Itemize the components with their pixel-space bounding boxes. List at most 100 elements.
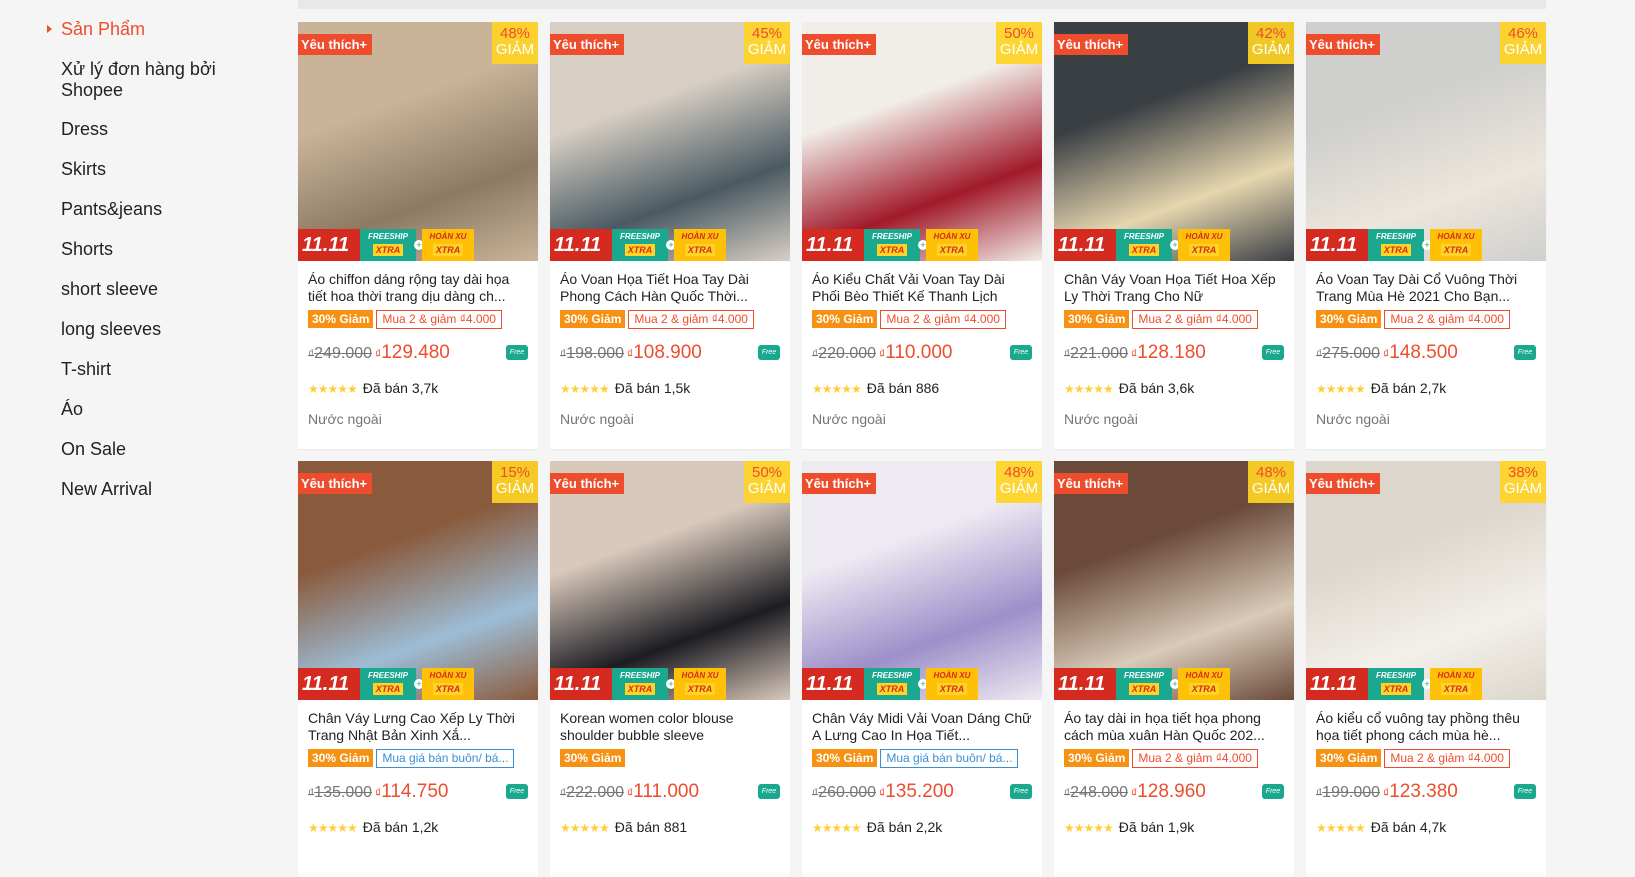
- coin-back-label: HOÀN XU: [429, 232, 467, 241]
- sidebar-item-new-arrival[interactable]: New Arrival: [61, 479, 231, 500]
- free-shipping-truck-icon: Free: [1514, 784, 1536, 799]
- product-name[interactable]: Áo Voan Họa Tiết Hoa Tay Dài Phong Cách …: [560, 271, 780, 305]
- product-card[interactable]: Yêu thích+ 48% GIẢM 11.11 FREESHIP XTRA + HOÀN …: [1054, 461, 1294, 877]
- product-image[interactable]: Yêu thích+ 42% GIẢM 11.11 FREESHIP XTRA + HOÀN …: [1054, 22, 1294, 261]
- original-price: ₫222.000: [560, 784, 624, 801]
- product-image[interactable]: Yêu thích+ 46% GIẢM 11.11 FREESHIP XTRA + HOÀN …: [1306, 22, 1546, 261]
- xtra-label: XTRA: [624, 683, 656, 695]
- freeship-label: FREESHIP: [1123, 232, 1164, 241]
- coin-back-label: HOÀN XU: [1185, 671, 1223, 680]
- product-image[interactable]: Yêu thích+ 50% GIẢM 11.11 FREESHIP XTRA + HOÀN …: [550, 461, 790, 700]
- sidebar-item-skirts[interactable]: Skirts: [61, 159, 231, 180]
- favorite-plus-badge: Yêu thích+: [1306, 473, 1381, 494]
- product-image[interactable]: Yêu thích+ 38% GIẢM 11.11 FREESHIP XTRA + HOÀN …: [1306, 461, 1546, 700]
- freeship-label: FREESHIP: [619, 232, 660, 241]
- percent-off-tag: 30% Giảm: [560, 310, 626, 328]
- percent-off-tag: 30% Giảm: [308, 749, 374, 767]
- sidebar-item-on-sale[interactable]: On Sale: [61, 439, 231, 460]
- product-card[interactable]: Yêu thích+ 48% GIẢM 11.11 FREESHIP XTRA + HOÀN …: [802, 461, 1042, 877]
- product-name[interactable]: Áo Kiểu Chất Vải Voan Tay Dài Phối Bèo T…: [812, 271, 1032, 305]
- price-row: ₫248.000 ₫128.960 Free: [1064, 781, 1284, 803]
- caret-right-icon: [47, 25, 52, 33]
- product-card[interactable]: Yêu thích+ 38% GIẢM 11.11 FREESHIP XTRA + HOÀN …: [1306, 461, 1546, 877]
- freeship-label: FREESHIP: [871, 671, 912, 680]
- top-divider: [298, 0, 1546, 9]
- product-image[interactable]: Yêu thích+ 48% GIẢM 11.11 FREESHIP XTRA + HOÀN …: [1054, 461, 1294, 700]
- sidebar-item-long-sleeves[interactable]: long sleeves: [61, 319, 231, 340]
- ship-from-location: Nước ngoài: [560, 411, 634, 427]
- price-row: ₫135.000 ₫114.750 Free: [308, 781, 528, 803]
- product-image[interactable]: Yêu thích+ 48% GIẢM 11.11 FREESHIP XTRA + HOÀN …: [298, 22, 538, 261]
- sidebar-item-dress[interactable]: Dress: [61, 119, 231, 140]
- original-price: ₫221.000: [1064, 345, 1128, 362]
- product-image[interactable]: Yêu thích+ 50% GIẢM 11.11 FREESHIP XTRA + HOÀN …: [802, 22, 1042, 261]
- percent-off-tag: 30% Giảm: [308, 310, 374, 328]
- sidebar-item-shorts[interactable]: Shorts: [61, 239, 231, 260]
- product-name[interactable]: Áo Voan Tay Dài Cổ Vuông Thời Trang Mùa …: [1316, 271, 1536, 305]
- discount-badge: 48% GIẢM: [996, 461, 1042, 503]
- product-name[interactable]: Chân Váy Voan Họa Tiết Hoa Xếp Ly Thời T…: [1064, 271, 1284, 305]
- product-name[interactable]: Áo tay dài in họa tiết họa phong cách mù…: [1064, 710, 1284, 744]
- coin-back-xtra-badge: HOÀN XU XTRA: [926, 668, 978, 700]
- combo-deal-tag: Mua 2 & giảm ₫4.000: [1132, 749, 1258, 768]
- discount-percent: 38%: [1507, 464, 1539, 481]
- original-price: ₫260.000: [812, 784, 876, 801]
- discount-label: GIẢM: [747, 480, 787, 497]
- sidebar-item-t-shirt[interactable]: T-shirt: [61, 359, 231, 380]
- product-image[interactable]: Yêu thích+ 48% GIẢM 11.11 FREESHIP XTRA + HOÀN …: [802, 461, 1042, 700]
- product-card[interactable]: Yêu thích+ 48% GIẢM 11.11 FREESHIP XTRA + HOÀN …: [298, 22, 538, 449]
- sale-price: ₫114.750: [375, 781, 448, 802]
- product-name[interactable]: Áo kiểu cổ vuông tay phồng thêu họa tiết…: [1316, 710, 1536, 744]
- sale-1111-badge: 11.11: [550, 229, 612, 261]
- discount-percent: 50%: [751, 464, 783, 481]
- product-card[interactable]: Yêu thích+ 42% GIẢM 11.11 FREESHIP XTRA + HOÀN …: [1054, 22, 1294, 449]
- discount-label: GIẢM: [1503, 41, 1543, 58]
- product-tags: 30% Giảm Mua 2 & giảm ₫4.000: [1064, 749, 1284, 768]
- percent-off-tag: 30% Giảm: [1316, 310, 1382, 328]
- coin-back-label: HOÀN XU: [1437, 232, 1475, 241]
- sidebar-item-label: New Arrival: [61, 479, 153, 499]
- product-image[interactable]: Yêu thích+ 15% GIẢM 11.11 FREESHIP XTRA + HOÀN …: [298, 461, 538, 700]
- favorite-plus-badge: Yêu thích+: [1054, 473, 1129, 494]
- sidebar-item-pants-jeans[interactable]: Pants&jeans: [61, 199, 231, 220]
- sidebar-item-shopee-fulfilled[interactable]: Xử lý đơn hàng bởi Shopee: [61, 59, 231, 101]
- product-card[interactable]: Yêu thích+ 15% GIẢM 11.11 FREESHIP XTRA + HOÀN …: [298, 461, 538, 877]
- free-shipping-truck-icon: Free: [1262, 784, 1284, 799]
- coin-back-label: HOÀN XU: [681, 232, 719, 241]
- product-image[interactable]: Yêu thích+ 45% GIẢM 11.11 FREESHIP XTRA + HOÀN …: [550, 22, 790, 261]
- discount-label: GIẢM: [999, 480, 1039, 497]
- discount-badge: 42% GIẢM: [1248, 22, 1294, 64]
- product-name[interactable]: Chân Váy Midi Vải Voan Dáng Chữ A Lưng C…: [812, 710, 1032, 744]
- price-row: ₫260.000 ₫135.200 Free: [812, 781, 1032, 803]
- sale-price-value: 114.750: [381, 781, 449, 802]
- promo-frame: 11.11 FREESHIP XTRA + HOÀN XU XTRA: [1306, 229, 1482, 261]
- product-info: Chân Váy Midi Vải Voan Dáng Chữ A Lưng C…: [802, 700, 1042, 839]
- promo-frame: 11.11 FREESHIP XTRA + HOÀN XU XTRA: [550, 668, 726, 700]
- price-row: ₫198.000 ₫108.900 Free: [560, 342, 780, 364]
- discount-badge: 50% GIẢM: [996, 22, 1042, 64]
- favorite-plus-badge: Yêu thích+: [550, 473, 625, 494]
- product-card[interactable]: Yêu thích+ 50% GIẢM 11.11 FREESHIP XTRA + HOÀN …: [802, 22, 1042, 449]
- sidebar-item-san-pham[interactable]: Sản Phẩm: [47, 19, 231, 40]
- sidebar-item-ao[interactable]: Áo: [61, 399, 231, 420]
- xtra-label: XTRA: [1188, 683, 1220, 695]
- product-card[interactable]: Yêu thích+ 45% GIẢM 11.11 FREESHIP XTRA + HOÀN …: [550, 22, 790, 449]
- sidebar-item-short-sleeve[interactable]: short sleeve: [61, 279, 231, 300]
- xtra-label: XTRA: [684, 683, 716, 695]
- product-card[interactable]: Yêu thích+ 46% GIẢM 11.11 FREESHIP XTRA + HOÀN …: [1306, 22, 1546, 449]
- coin-back-xtra-badge: HOÀN XU XTRA: [1178, 668, 1230, 700]
- product-name[interactable]: Korean women color blouse shoulder bubbl…: [560, 710, 780, 744]
- price-row: ₫199.000 ₫123.380 Free: [1316, 781, 1536, 803]
- product-name[interactable]: Áo chiffon dáng rộng tay dài họa tiết ho…: [308, 271, 528, 305]
- product-info: Chân Váy Lưng Cao Xếp Ly Thời Trang Nhật…: [298, 700, 538, 839]
- product-tags: 30% Giảm Mua 2 & giảm ₫4.000: [1064, 310, 1284, 329]
- product-card[interactable]: Yêu thích+ 50% GIẢM 11.11 FREESHIP XTRA + HOÀN …: [550, 461, 790, 877]
- sold-count: Đã bán 1,9k: [1118, 819, 1195, 835]
- discount-percent: 42%: [1255, 25, 1287, 42]
- sale-1111-badge: 11.11: [802, 668, 864, 700]
- product-name[interactable]: Chân Váy Lưng Cao Xếp Ly Thời Trang Nhật…: [308, 710, 528, 744]
- xtra-label: XTRA: [1380, 244, 1412, 256]
- price-row: ₫220.000 ₫110.000 Free: [812, 342, 1032, 364]
- rating-row: ★★★★★ Đã bán 2,7k: [1316, 380, 1536, 400]
- discount-percent: 15%: [499, 464, 531, 481]
